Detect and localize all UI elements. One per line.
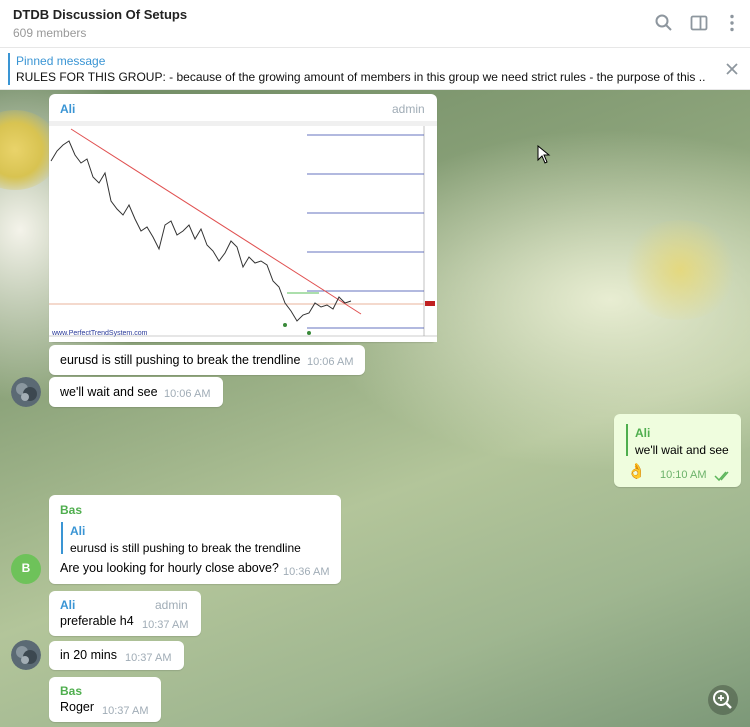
- message-time: 10:10 AM: [660, 469, 707, 481]
- reply-text: we'll wait and see: [635, 443, 729, 457]
- avatar[interactable]: [11, 377, 41, 407]
- reply-bar: [61, 522, 63, 554]
- reply-bar: [626, 424, 628, 456]
- chat-title[interactable]: DTDB Discussion Of Setups: [13, 7, 187, 22]
- sidebar-icon[interactable]: [689, 13, 709, 33]
- member-count[interactable]: 609 members: [13, 26, 86, 40]
- avatar-letter: B: [21, 561, 31, 575]
- admin-badge: admin: [392, 102, 425, 116]
- message-time: 10:37 AM: [125, 652, 172, 664]
- message-text: 👌: [627, 463, 646, 480]
- message-text: preferable h4: [60, 614, 134, 628]
- message-text: Are you looking for hourly close above?: [60, 561, 279, 575]
- message-text: in 20 mins: [60, 648, 117, 662]
- avatar[interactable]: [11, 640, 41, 670]
- message-time: 10:06 AM: [164, 388, 211, 400]
- message-time: 10:06 AM: [307, 356, 354, 368]
- author-name[interactable]: Ali: [60, 598, 75, 612]
- message-bubble[interactable]: eurusd is still pushing to break the tre…: [49, 345, 365, 375]
- chat-header: DTDB Discussion Of Setups 609 members: [0, 0, 750, 48]
- reply-author: Ali: [635, 426, 651, 440]
- admin-badge: admin: [155, 598, 188, 612]
- message-bubble[interactable]: Bas Ali eurusd is still pushing to break…: [49, 495, 341, 584]
- reply-author: Ali: [70, 524, 86, 538]
- message-text: Roger: [60, 700, 95, 714]
- message-bubble[interactable]: Ali admin www.PerfectTrendSystem.com: [49, 94, 437, 342]
- close-icon[interactable]: [724, 61, 740, 77]
- message-text: eurusd is still pushing to break the tre…: [60, 353, 301, 367]
- message-bubble[interactable]: in 20 mins 10:37 AM: [49, 641, 184, 670]
- chart-watermark: www.PerfectTrendSystem.com: [51, 330, 148, 337]
- search-icon[interactable]: [654, 13, 674, 33]
- read-check-icon: [714, 471, 729, 482]
- author-name[interactable]: Bas: [60, 684, 82, 698]
- message-bubble[interactable]: Ali admin preferable h4 10:37 AM: [49, 591, 201, 636]
- pinned-text: RULES FOR THIS GROUP: - because of the g…: [16, 70, 706, 84]
- reply-text: eurusd is still pushing to break the tre…: [70, 541, 301, 555]
- message-time: 10:37 AM: [142, 619, 189, 631]
- message-bubble[interactable]: Ali we'll wait and see 👌 10:10 AM: [614, 414, 741, 487]
- pinned-title: Pinned message: [16, 54, 106, 68]
- pinned-bar: [8, 53, 10, 85]
- svg-text:www.PerfectTrendSystem.com: www.PerfectTrendSystem.com: [51, 330, 148, 337]
- zoom-in-icon[interactable]: [707, 684, 739, 716]
- message-time: 10:37 AM: [102, 705, 149, 717]
- message-bubble[interactable]: we'll wait and see 10:06 AM: [49, 377, 223, 407]
- author-name[interactable]: Bas: [60, 503, 82, 517]
- message-bubble[interactable]: Bas Roger 10:37 AM: [49, 677, 161, 722]
- message-time: 10:36 AM: [283, 566, 330, 578]
- cursor-icon: [537, 145, 551, 164]
- pinned-message[interactable]: Pinned message RULES FOR THIS GROUP: - b…: [0, 48, 750, 90]
- chart-image[interactable]: [49, 121, 437, 342]
- flower-decoration: [620, 220, 740, 320]
- author-name[interactable]: Ali: [60, 102, 75, 116]
- message-text: we'll wait and see: [60, 385, 158, 399]
- avatar[interactable]: B: [11, 554, 41, 584]
- more-icon[interactable]: [722, 13, 742, 33]
- chat-area[interactable]: Ali admin www.PerfectTrendSystem.com eur…: [0, 90, 750, 727]
